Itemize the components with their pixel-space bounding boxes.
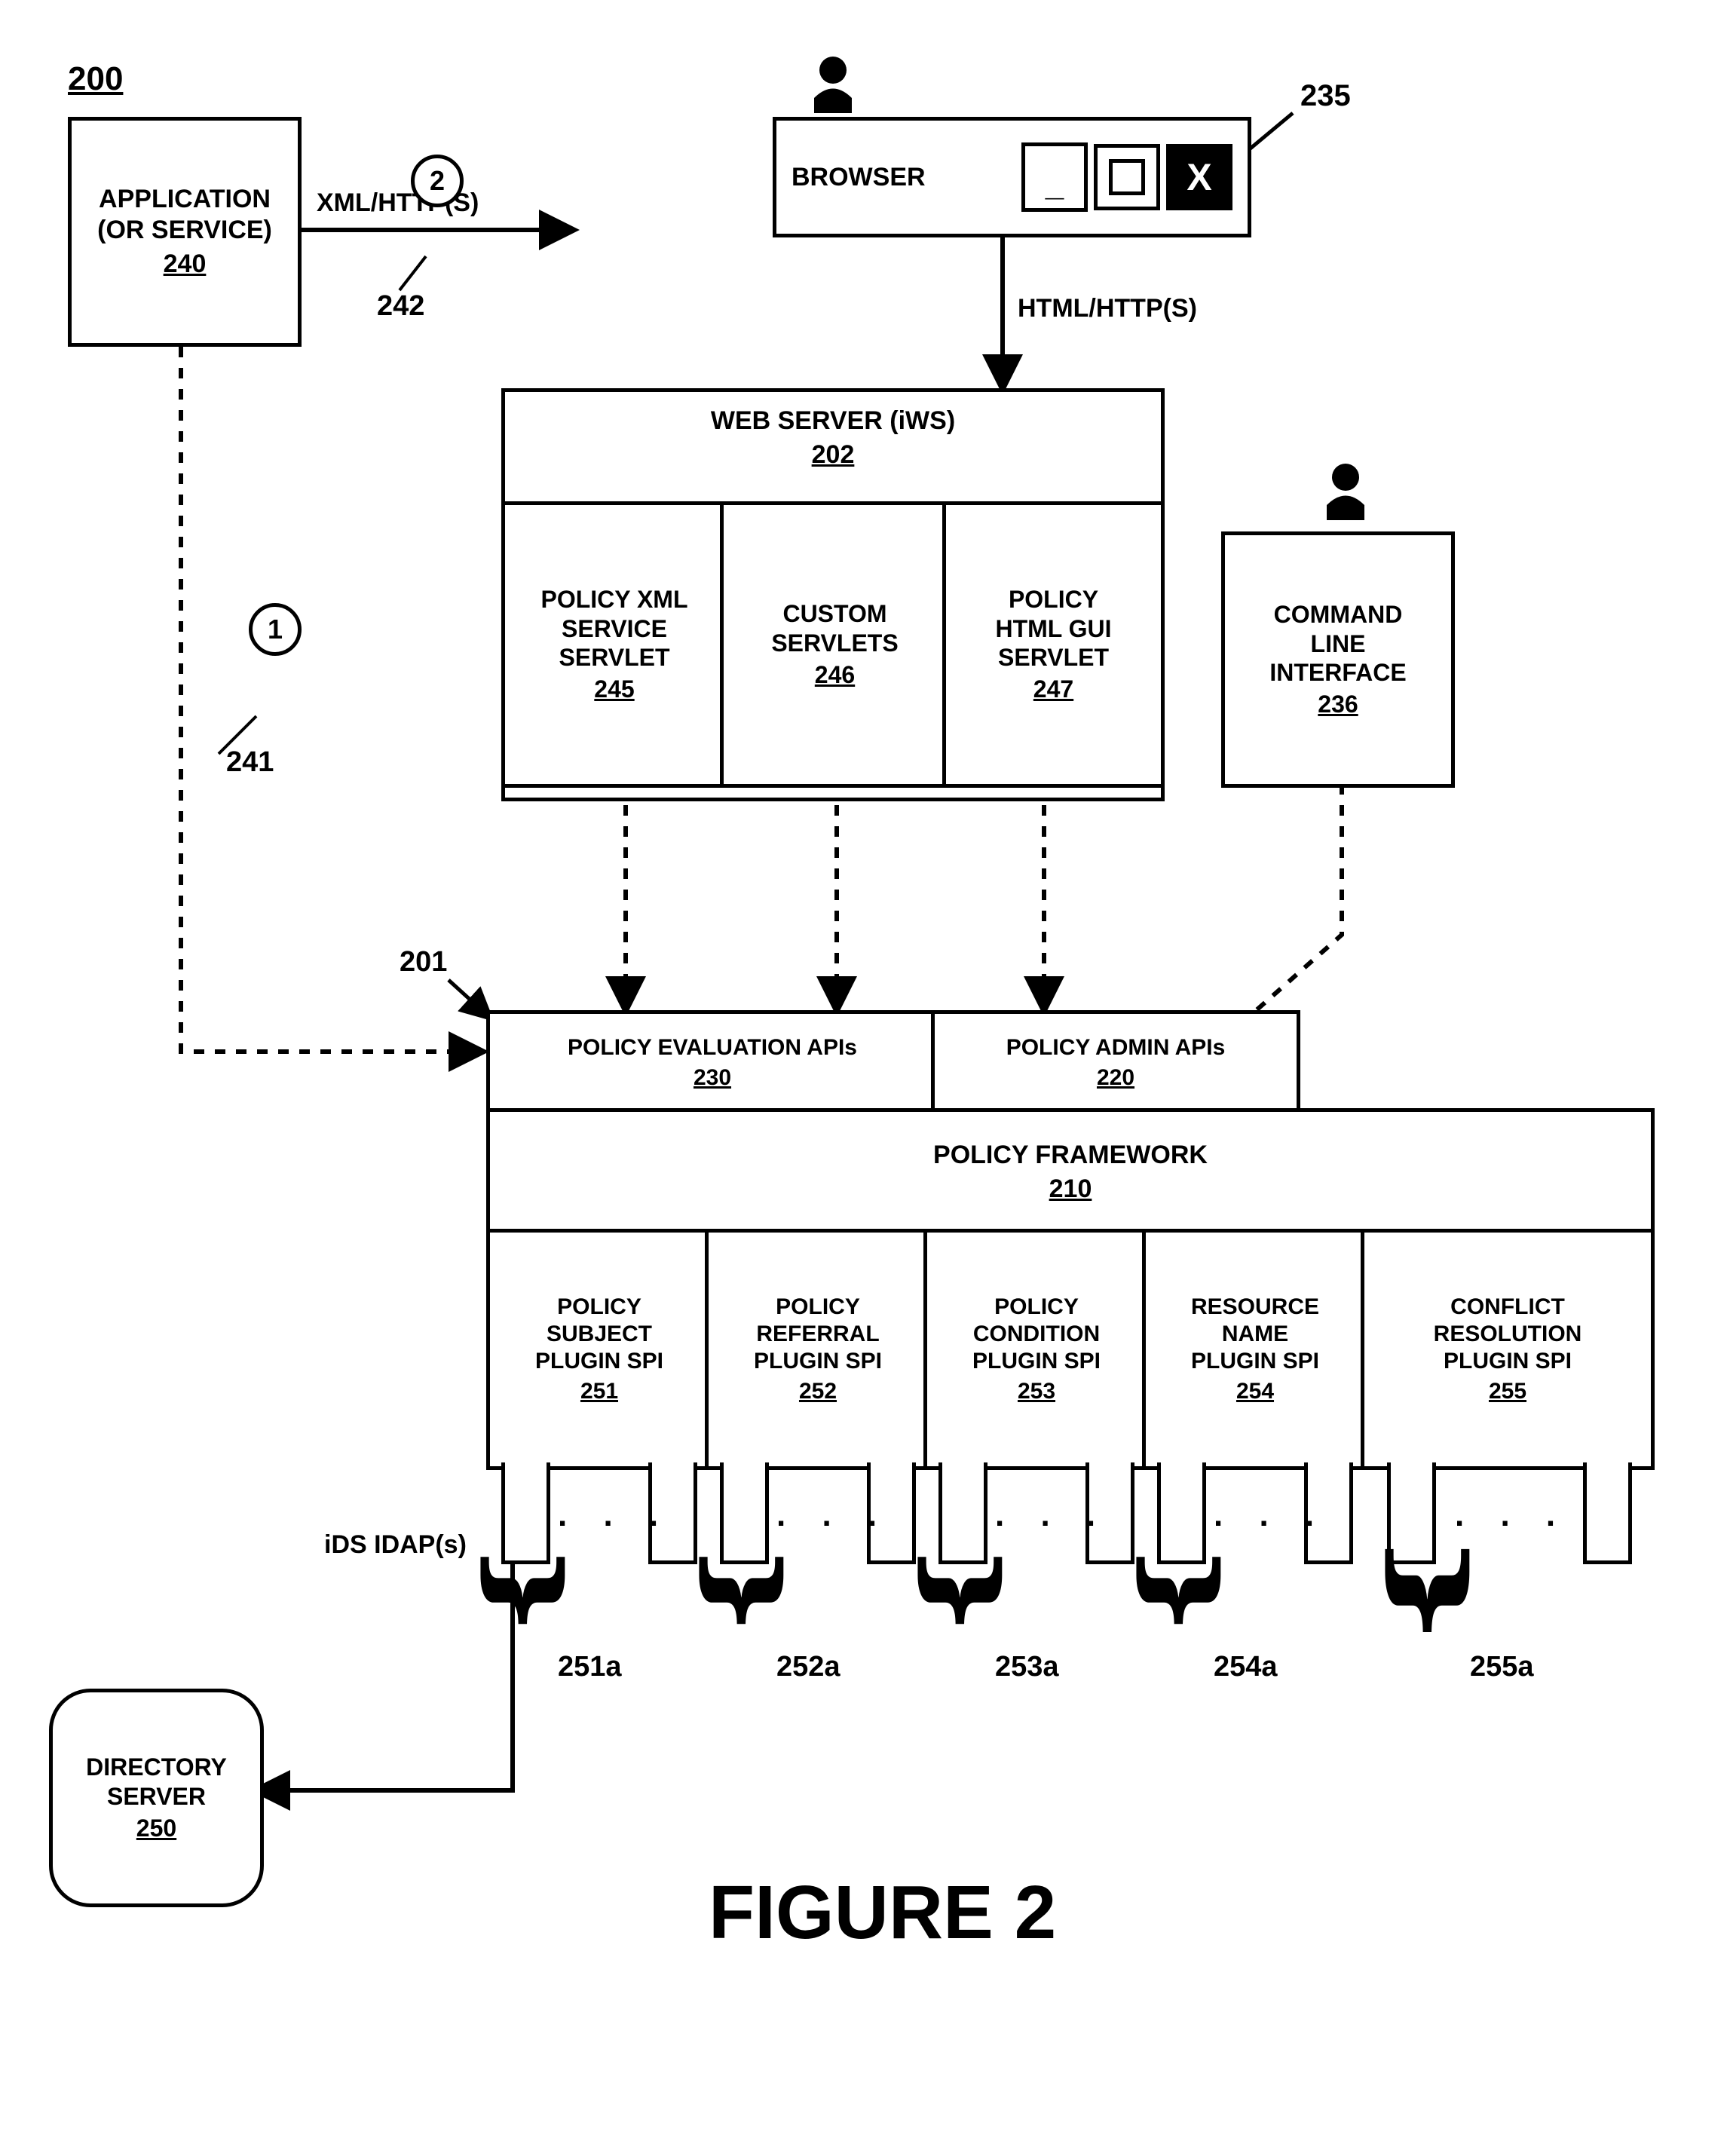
spi-referral-l1: POLICY xyxy=(776,1294,860,1321)
plugin-dots-253: . . . xyxy=(995,1496,1109,1534)
spi-subject-l3: PLUGIN SPI xyxy=(535,1348,663,1375)
application-box: APPLICATION (OR SERVICE) 240 xyxy=(68,117,302,347)
spi-subject-ref: 251 xyxy=(580,1378,618,1405)
spi-condition-l2: CONDITION xyxy=(973,1321,1100,1348)
close-icon: X xyxy=(1166,144,1232,210)
brace-254: } xyxy=(1134,1553,1238,1627)
minimize-icon: _ xyxy=(1021,142,1088,212)
spi-resource-l3: PLUGIN SPI xyxy=(1191,1348,1319,1375)
ref-252a: 252a xyxy=(776,1651,841,1683)
servlet-xml-l3: SERVLET xyxy=(559,643,670,672)
directory-ref: 250 xyxy=(136,1814,176,1842)
cli-l1: COMMAND xyxy=(1274,600,1403,629)
directory-l2: SERVER xyxy=(107,1782,206,1811)
spi-resource-l1: RESOURCE xyxy=(1191,1294,1319,1321)
servlet-html-l2: HTML GUI xyxy=(995,614,1111,643)
spi-subject-l2: SUBJECT xyxy=(547,1321,652,1348)
diagram-ref: 200 xyxy=(68,60,123,98)
circle-1: 1 xyxy=(249,603,302,656)
plugin-u-251-1 xyxy=(501,1462,550,1564)
api-eval-label: POLICY EVALUATION APIs xyxy=(568,1034,857,1061)
figure-title: FIGURE 2 xyxy=(709,1870,1056,1956)
spi-conflict-ref: 255 xyxy=(1489,1378,1526,1405)
servlet-xml: POLICY XML SERVICE SERVLET 245 xyxy=(501,501,727,788)
spi-referral-l3: PLUGIN SPI xyxy=(754,1348,882,1375)
ref-242: 242 xyxy=(377,290,424,323)
circle-2: 2 xyxy=(411,155,464,207)
brace-251: } xyxy=(478,1553,582,1627)
spi-resource-ref: 254 xyxy=(1236,1378,1274,1405)
browser-box: BROWSER _ X xyxy=(773,117,1251,237)
brace-253: } xyxy=(915,1553,1019,1627)
servlet-custom-ref: 246 xyxy=(815,660,855,689)
webserver-label: WEB SERVER (iWS) xyxy=(711,406,955,436)
spi-condition: POLICY CONDITION PLUGIN SPI 253 xyxy=(923,1229,1150,1470)
ref-251a: 251a xyxy=(558,1651,622,1683)
api-admin-label: POLICY ADMIN APIs xyxy=(1006,1034,1226,1061)
servlet-custom-l1: CUSTOM xyxy=(782,599,886,628)
cli-ref: 236 xyxy=(1318,690,1358,718)
ref-255a: 255a xyxy=(1470,1651,1534,1683)
spi-referral: POLICY REFERRAL PLUGIN SPI 252 xyxy=(705,1229,931,1470)
application-l2: (OR SERVICE) xyxy=(97,215,272,246)
framework-box: POLICY FRAMEWORK 210 xyxy=(486,1108,1655,1236)
webserver-ref: 202 xyxy=(812,439,855,470)
brace-255: } xyxy=(1382,1544,1487,1635)
application-ref: 240 xyxy=(164,249,207,280)
plugin-u-253-1 xyxy=(938,1462,987,1564)
spi-conflict: CONFLICT RESOLUTION PLUGIN SPI 255 xyxy=(1361,1229,1655,1470)
plugin-dots-255: . . . xyxy=(1455,1496,1569,1534)
servlet-html-l3: SERVLET xyxy=(998,643,1109,672)
ref-201: 201 xyxy=(400,946,447,978)
spi-subject-l1: POLICY xyxy=(557,1294,641,1321)
api-eval-ref: 230 xyxy=(694,1064,731,1092)
servlet-xml-l1: POLICY XML xyxy=(541,585,688,614)
spi-conflict-l3: PLUGIN SPI xyxy=(1444,1348,1572,1375)
ref-241: 241 xyxy=(226,746,274,779)
servlet-html: POLICY HTML GUI SERVLET 247 xyxy=(942,501,1165,788)
html-http-label: HTML/HTTP(S) xyxy=(1018,294,1197,323)
application-l1: APPLICATION xyxy=(99,184,271,215)
directory-l1: DIRECTORY xyxy=(86,1753,227,1781)
ref-253a: 253a xyxy=(995,1651,1059,1683)
servlet-xml-ref: 245 xyxy=(594,675,634,703)
servlet-xml-l2: SERVICE xyxy=(562,614,667,643)
spi-resource: RESOURCE NAME PLUGIN SPI 254 xyxy=(1142,1229,1368,1470)
spi-conflict-l2: RESOLUTION xyxy=(1434,1321,1582,1348)
framework-ref: 210 xyxy=(1049,1174,1092,1205)
servlet-custom-l2: SERVLETS xyxy=(771,629,898,657)
cli-l3: INTERFACE xyxy=(1269,658,1406,687)
spi-referral-l2: REFERRAL xyxy=(756,1321,879,1348)
spi-conflict-l1: CONFLICT xyxy=(1450,1294,1565,1321)
servlet-custom: CUSTOM SERVLETS 246 xyxy=(720,501,950,788)
servlet-html-l1: POLICY xyxy=(1009,585,1098,614)
spi-referral-ref: 252 xyxy=(799,1378,837,1405)
api-eval: POLICY EVALUATION APIs 230 xyxy=(486,1010,938,1116)
spi-condition-ref: 253 xyxy=(1018,1378,1055,1405)
plugin-u-252-1 xyxy=(720,1462,769,1564)
plugin-dots-252: . . . xyxy=(776,1496,890,1534)
cli-l2: LINE xyxy=(1311,629,1366,658)
spi-subject: POLICY SUBJECT PLUGIN SPI 251 xyxy=(486,1229,712,1470)
maximize-icon xyxy=(1094,144,1160,210)
plugin-dots-254: . . . xyxy=(1214,1496,1327,1534)
api-admin-ref: 220 xyxy=(1097,1064,1134,1092)
ids-ldap-label: iDS IDAP(s) xyxy=(324,1530,467,1560)
plugin-u-255-2 xyxy=(1583,1462,1632,1564)
directory-server: DIRECTORY SERVER 250 xyxy=(49,1689,264,1907)
browser-label: BROWSER xyxy=(792,162,926,193)
plugin-dots-251: . . . xyxy=(558,1496,672,1534)
cli-box: COMMAND LINE INTERFACE 236 xyxy=(1221,531,1455,788)
framework-label: POLICY FRAMEWORK xyxy=(933,1140,1208,1171)
api-admin: POLICY ADMIN APIs 220 xyxy=(931,1010,1300,1116)
plugin-u-254-1 xyxy=(1157,1462,1206,1564)
ref-254a: 254a xyxy=(1214,1651,1278,1683)
browser-ref: 235 xyxy=(1300,79,1351,113)
brace-252: } xyxy=(697,1553,801,1627)
spi-condition-l3: PLUGIN SPI xyxy=(972,1348,1101,1375)
spi-resource-l2: NAME xyxy=(1222,1321,1288,1348)
servlet-html-ref: 247 xyxy=(1033,675,1073,703)
spi-condition-l1: POLICY xyxy=(994,1294,1079,1321)
